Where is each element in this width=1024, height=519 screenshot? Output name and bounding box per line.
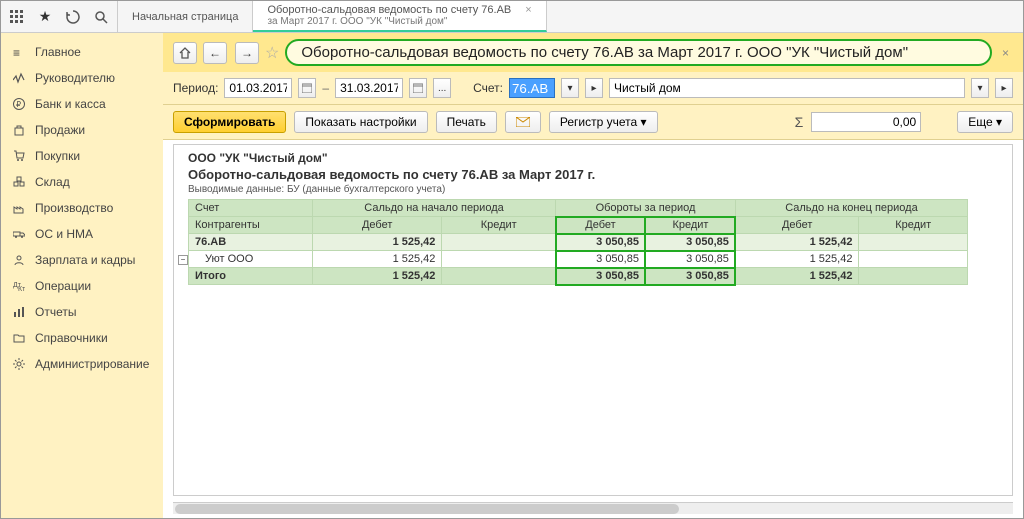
person-icon (13, 254, 25, 266)
page-title: Оборотно-сальдовая ведомость по счету 76… (285, 39, 992, 66)
report-area: ООО "УК "Чистый дом" Оборотно-сальдовая … (173, 144, 1013, 496)
print-button[interactable]: Печать (436, 111, 497, 133)
sidebar-item-bank[interactable]: ₽Банк и касса (1, 91, 163, 117)
settings-button[interactable]: Показать настройки (294, 111, 427, 133)
sidebar-item-ops[interactable]: ДтКтОперации (1, 273, 163, 299)
report-org: ООО "УК "Чистый дом" (188, 151, 998, 165)
sidebar-item-manager[interactable]: Руководителю (1, 65, 163, 91)
dropdown-icon[interactable]: ▾ (971, 78, 989, 98)
account-input[interactable] (509, 78, 555, 98)
sidebar-item-stock[interactable]: Склад (1, 169, 163, 195)
svg-text:₽: ₽ (16, 100, 21, 109)
sidebar-item-sales[interactable]: Продажи (1, 117, 163, 143)
date-from-input[interactable] (224, 78, 292, 98)
horizontal-scrollbar[interactable] (173, 502, 1013, 514)
pulse-icon (13, 72, 25, 84)
org-input[interactable] (609, 78, 965, 98)
tab-close-icon[interactable]: × (525, 4, 531, 27)
col-turnover: Обороты за период (556, 200, 736, 217)
period-label: Период: (173, 81, 218, 95)
sidebar-item-production[interactable]: Производство (1, 195, 163, 221)
svg-text:Кт: Кт (18, 286, 25, 292)
sidebar-item-reports[interactable]: Отчеты (1, 299, 163, 325)
sidebar-item-purchases[interactable]: Покупки (1, 143, 163, 169)
sidebar-item-admin[interactable]: Администрирование (1, 351, 163, 377)
period-picker-button[interactable]: ... (433, 78, 451, 98)
search-icon[interactable] (93, 9, 109, 25)
forward-button[interactable]: → (235, 42, 259, 64)
collapse-icon[interactable]: − (178, 255, 188, 265)
ops-icon: ДтКт (13, 280, 25, 292)
tab-start[interactable]: Начальная страница (118, 1, 253, 32)
calendar-icon[interactable] (409, 78, 427, 98)
back-button[interactable]: ← (203, 42, 227, 64)
dropdown-icon[interactable]: ▾ (561, 78, 579, 98)
tab-label: Оборотно-сальдовая ведомость по счету 76… (267, 4, 511, 16)
close-icon[interactable]: × (998, 46, 1013, 60)
tab-label: Начальная страница (132, 11, 238, 23)
home-button[interactable] (173, 42, 197, 64)
sidebar: ≡Главное Руководителю ₽Банк и касса Прод… (1, 33, 163, 518)
folder-icon (13, 332, 25, 344)
table-row-total: Итого 1 525,42 3 050,85 3 050,85 1 525,4… (189, 268, 968, 285)
bag-icon (13, 124, 25, 136)
star-icon[interactable]: ★ (37, 9, 53, 25)
sidebar-item-main[interactable]: ≡Главное (1, 39, 163, 65)
truck-icon (13, 228, 25, 240)
menu-icon: ≡ (13, 46, 25, 58)
gear-icon (13, 358, 25, 370)
sum-input[interactable] (811, 112, 921, 132)
open-icon[interactable]: ▸ (585, 78, 603, 98)
table-row: Уют ООО 1 525,42 3 050,85 3 050,85 1 525… (189, 251, 968, 268)
sidebar-item-hr[interactable]: Зарплата и кадры (1, 247, 163, 273)
chart-icon (13, 306, 25, 318)
sigma-icon: Σ (795, 114, 804, 130)
boxes-icon (13, 176, 25, 188)
cart-icon (13, 150, 25, 162)
register-button[interactable]: Регистр учета ▾ (549, 111, 658, 133)
report-title: Оборотно-сальдовая ведомость по счету 76… (188, 167, 998, 182)
col-closing: Сальдо на конец периода (735, 200, 967, 217)
sidebar-item-dicts[interactable]: Справочники (1, 325, 163, 351)
ruble-icon: ₽ (13, 98, 25, 110)
factory-icon (13, 202, 25, 214)
tab-report[interactable]: Оборотно-сальдовая ведомость по счету 76… (253, 1, 546, 32)
calendar-icon[interactable] (298, 78, 316, 98)
apps-icon[interactable] (9, 9, 25, 25)
more-button[interactable]: Еще ▾ (957, 111, 1013, 133)
account-label: Счет: (473, 81, 503, 95)
report-table: Счет Сальдо на начало периода Обороты за… (188, 199, 968, 285)
report-subtitle: Выводимые данные: БУ (данные бухгалтерск… (188, 184, 998, 195)
col-opening: Сальдо на начало периода (313, 200, 556, 217)
date-to-input[interactable] (335, 78, 403, 98)
col-account: Счет (189, 200, 313, 217)
sidebar-item-assets[interactable]: ОС и НМА (1, 221, 163, 247)
open-icon[interactable]: ▸ (995, 78, 1013, 98)
mail-button[interactable] (505, 111, 541, 133)
table-row: 76.АВ 1 525,42 3 050,85 3 050,85 1 525,4… (189, 234, 968, 251)
history-icon[interactable] (65, 9, 81, 25)
favorite-icon[interactable]: ☆ (265, 43, 279, 63)
tab-sublabel: за Март 2017 г. ООО "УК "Чистый дом" (267, 16, 511, 27)
form-button[interactable]: Сформировать (173, 111, 286, 133)
